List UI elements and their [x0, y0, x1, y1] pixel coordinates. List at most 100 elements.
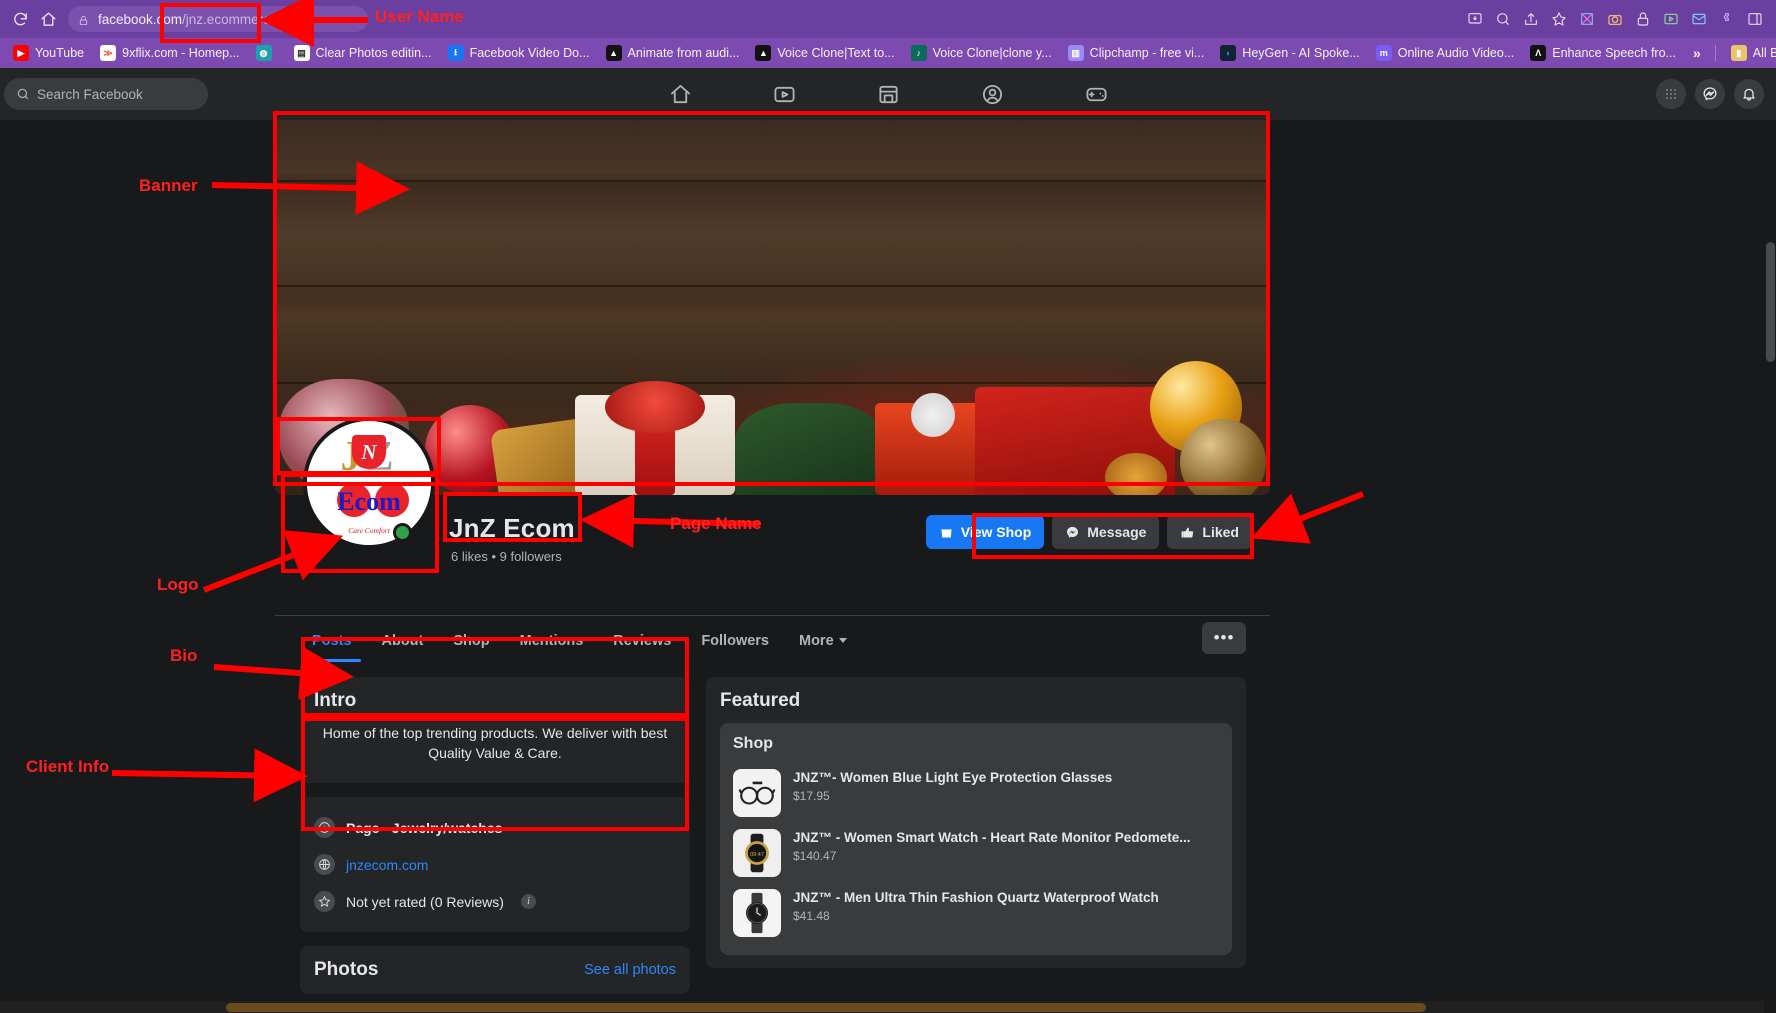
url-path: /jnz.ecommerce	[182, 11, 278, 27]
lock-shield-icon[interactable]	[1630, 6, 1656, 32]
tab-label: Posts	[312, 632, 352, 649]
photos-heading: Photos	[314, 959, 379, 980]
groups-nav-icon[interactable]	[971, 77, 1013, 111]
product-item[interactable]: 09:47 JNZ™ - Women Smart Watch - Heart R…	[733, 823, 1219, 883]
info-row-category: Page · Jewelry/watches	[314, 809, 676, 846]
info-row-website[interactable]: jnzecom.com	[314, 846, 676, 883]
bookmark-item[interactable]: ≫ 9xflix.com - Homep...	[93, 43, 246, 63]
intro-heading: Intro	[314, 690, 357, 711]
reload-icon[interactable]	[6, 5, 34, 33]
bookmark-item[interactable]: m Online Audio Video...	[1369, 43, 1522, 63]
bookmark-label: Online Audio Video...	[1397, 46, 1515, 60]
message-button[interactable]: Message	[1052, 515, 1160, 549]
install-app-icon[interactable]	[1462, 6, 1488, 32]
horizontal-scrollbar[interactable]	[0, 1001, 1764, 1013]
address-bar[interactable]: facebook.com /jnz.ecommerce	[68, 6, 368, 32]
media-io-icon: m	[1375, 45, 1392, 61]
view-shop-button[interactable]: View Shop	[925, 515, 1045, 549]
share-icon[interactable]	[1518, 6, 1544, 32]
tab-label: Reviews	[613, 632, 672, 649]
more-options-button[interactable]: •••	[1202, 622, 1246, 654]
primary-nav	[659, 77, 1117, 111]
tab-about[interactable]: About	[367, 620, 439, 660]
sidebar-toggle-icon[interactable]	[1742, 6, 1768, 32]
music-note-icon: ♪	[910, 45, 927, 61]
tab-mentions[interactable]: Mentions	[505, 620, 599, 660]
media-icon[interactable]	[1658, 6, 1684, 32]
tab-followers[interactable]: Followers	[686, 620, 784, 660]
divider	[1714, 45, 1716, 61]
globe-icon	[314, 854, 335, 875]
bookmarks-bar: ▶ YouTube ≫ 9xflix.com - Homep... ◍ ▤ Clear…	[0, 38, 1776, 68]
tab-shop[interactable]: Shop	[438, 620, 504, 660]
annotation-label-bio: Bio	[170, 646, 198, 665]
tab-more[interactable]: More	[784, 620, 862, 660]
extensions-puzzle-icon[interactable]	[1714, 6, 1740, 32]
notifications-bell-icon[interactable]	[1734, 79, 1764, 109]
bookmark-star-icon[interactable]	[1546, 6, 1572, 32]
marketplace-nav-icon[interactable]	[867, 77, 909, 111]
message-label: Message	[1087, 524, 1147, 540]
mail-icon[interactable]	[1686, 6, 1712, 32]
glasses-icon	[733, 769, 781, 817]
thumbs-up-icon	[1181, 527, 1194, 538]
bookmark-item[interactable]: ▥ Clipchamp - free vi...	[1061, 43, 1212, 63]
scrollbar-thumb[interactable]	[1766, 242, 1775, 362]
info-circle-icon[interactable]: i	[520, 894, 536, 909]
bookmark-label: Animate from audi...	[627, 46, 740, 60]
clear-photos-icon: ▤	[293, 45, 310, 61]
bookmark-item[interactable]: ⭳ Facebook Video Do...	[441, 43, 597, 63]
home-nav-icon[interactable]	[659, 77, 701, 111]
tab-reviews[interactable]: Reviews	[598, 620, 686, 660]
annotation-label-username: User Name	[375, 7, 464, 26]
right-column: Featured Shop JNZ™- Women Blue Light Eye…	[706, 677, 1246, 1008]
extension-colored-icon[interactable]	[1574, 6, 1600, 32]
messenger-icon[interactable]	[1695, 79, 1725, 109]
all-bookmarks-button[interactable]: ▮ All B	[1724, 43, 1776, 63]
product-price: $41.48	[793, 909, 830, 923]
liked-button[interactable]: Liked	[1167, 515, 1252, 549]
download-icon: ⭳	[447, 45, 464, 61]
menu-grid-icon[interactable]	[1656, 79, 1686, 109]
bookmark-label: Enhance Speech fro...	[1552, 46, 1676, 60]
product-item[interactable]: JNZ™ - Men Ultra Thin Fashion Quartz Wat…	[733, 883, 1219, 943]
product-price: $140.47	[793, 849, 837, 863]
bookmark-label: HeyGen - AI Spoke...	[1242, 46, 1360, 60]
bookmark-item[interactable]: ▲ Animate from audi...	[599, 43, 747, 63]
vertical-scrollbar[interactable]	[1764, 240, 1776, 1013]
bookmarks-overflow-button[interactable]: »	[1687, 45, 1707, 61]
bookmark-label: Clear Photos editin...	[315, 46, 432, 60]
bookmark-item[interactable]: ♪ Voice Clone|clone y...	[904, 43, 1059, 63]
profile-header: JZ N Ecom Care Comfort JnZ Ecom 6 likes …	[275, 417, 1270, 615]
home-icon[interactable]	[34, 5, 62, 33]
online-status-indicator	[393, 523, 412, 542]
product-price: $17.95	[793, 789, 830, 803]
bookmark-label: Facebook Video Do...	[469, 46, 590, 60]
see-all-photos-link[interactable]: See all photos	[584, 962, 676, 978]
camera-icon[interactable]	[1602, 6, 1628, 32]
star-icon	[314, 891, 335, 912]
page-stats: 6 likes • 9 followers	[451, 549, 562, 564]
gaming-nav-icon[interactable]	[1075, 77, 1117, 111]
product-item[interactable]: JNZ™- Women Blue Light Eye Protection Gl…	[733, 763, 1219, 823]
youtube-icon: ▶	[13, 45, 29, 61]
avatar[interactable]: JZ N Ecom Care Comfort	[303, 417, 435, 549]
search-input[interactable]: Search Facebook	[4, 78, 208, 110]
left-column: Intro Home of the top trending products.…	[300, 677, 690, 1008]
bookmark-item[interactable]: ▶ YouTube	[6, 43, 91, 63]
search-icon	[17, 88, 29, 100]
bookmark-item[interactable]: ▤ Clear Photos editin...	[287, 43, 439, 63]
tab-label: About	[381, 632, 424, 649]
scrollbar-thumb-horizontal[interactable]	[226, 1003, 1426, 1012]
tab-posts[interactable]: Posts	[297, 620, 367, 662]
photos-card: Photos See all photos	[300, 946, 690, 994]
bookmark-item[interactable]: ◍	[249, 43, 285, 63]
search-icon[interactable]	[1490, 6, 1516, 32]
bookmark-item[interactable]: Λ Enhance Speech fro...	[1523, 43, 1683, 63]
shop-bag-icon	[941, 526, 952, 537]
bookmark-item[interactable]: ▲ Voice Clone|Text to...	[748, 43, 901, 63]
video-nav-icon[interactable]	[763, 77, 805, 111]
website-link[interactable]: jnzecom.com	[346, 857, 428, 873]
bookmark-item[interactable]: ◗ HeyGen - AI Spoke...	[1213, 43, 1366, 63]
bookmark-label: YouTube	[35, 46, 85, 60]
